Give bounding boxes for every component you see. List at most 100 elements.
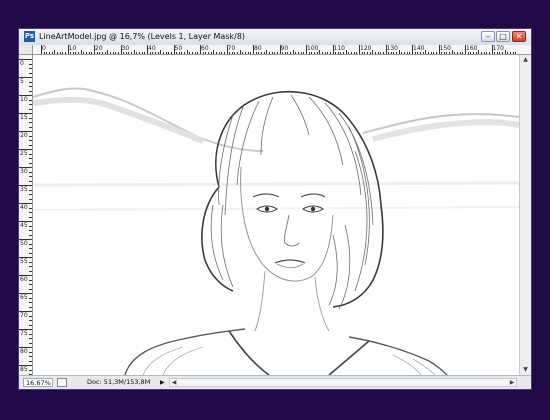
ruler-tick	[385, 45, 387, 54]
ruler-tick	[247, 52, 249, 54]
ruler-tick	[210, 52, 212, 54]
ruler-tick	[282, 52, 284, 54]
scroll-up-arrow[interactable]: ▲	[521, 55, 530, 65]
ruler-tick	[78, 52, 80, 54]
ruler-tick	[515, 52, 517, 54]
ruler-tick	[54, 50, 56, 54]
ruler-tick	[348, 52, 350, 54]
ruler-tick	[414, 52, 416, 54]
ruler-tick	[131, 52, 133, 54]
ruler-tick	[29, 261, 32, 263]
ruler-tick	[48, 52, 50, 54]
ruler-tick	[427, 52, 429, 54]
ruler-top-label: 130	[386, 45, 398, 52]
ruler-tick	[255, 52, 257, 54]
ruler-top-label: 70	[227, 45, 236, 52]
ruler-top-label: 10	[68, 45, 77, 52]
ruler-tick	[250, 52, 252, 54]
ruler-tick	[237, 52, 239, 54]
ruler-tick	[213, 50, 215, 54]
status-info-icon[interactable]	[57, 378, 67, 387]
scroll-right-arrow[interactable]: ▶	[508, 379, 516, 386]
ruler-tick	[29, 297, 32, 299]
ruler-tick	[29, 104, 32, 105]
ruler-tick	[510, 52, 512, 54]
ruler-tick	[29, 117, 32, 119]
ruler-tick	[29, 306, 32, 308]
ruler-tick	[141, 52, 143, 54]
ruler-tick	[337, 52, 339, 54]
ruler-tick	[29, 122, 32, 123]
ruler-tick	[340, 52, 342, 54]
ruler-tick	[242, 52, 244, 54]
ruler-tick	[29, 99, 32, 101]
ruler-tick	[29, 176, 32, 177]
ruler-tick	[29, 180, 32, 182]
ruler-tick	[117, 52, 119, 54]
ruler-tick	[366, 52, 368, 54]
ruler-top-label: 170	[492, 45, 504, 52]
ruler-origin[interactable]	[19, 45, 33, 55]
ruler-tick	[29, 360, 32, 362]
ruler-tick	[29, 288, 32, 290]
ruler-top-label: 150	[439, 45, 451, 52]
scroll-down-arrow[interactable]: ▼	[521, 365, 530, 375]
ruler-tick	[125, 52, 127, 54]
ruler-tick	[295, 52, 297, 54]
ruler-tick	[19, 221, 32, 222]
ruler-tick	[430, 52, 432, 54]
ruler-tick	[59, 52, 61, 54]
line-art-portrait-image	[33, 87, 519, 375]
ruler-tick	[483, 52, 485, 54]
ruler-tick	[94, 45, 95, 54]
ruler-tick	[29, 158, 32, 159]
ruler-tick	[499, 52, 501, 54]
ruler-top-label: 110	[333, 45, 345, 52]
document-titlebar[interactable]: Ps LineArtModel.jpg @ 16,7% (Levels 1, L…	[19, 29, 531, 46]
ruler-tick	[343, 52, 345, 54]
ruler-tick	[401, 52, 403, 54]
ruler-tick	[229, 52, 231, 54]
zoom-level-field[interactable]: 16.67%	[23, 378, 53, 387]
document-title: LineArtModel.jpg @ 16,7% (Levels 1, Laye…	[39, 32, 246, 41]
ruler-tick	[29, 248, 32, 249]
ruler-tick	[329, 52, 331, 54]
vertical-ruler[interactable]: 0 5 10 15 20 25 30 35 40 45 50 55 60 65 70 75 80 85	[19, 55, 33, 375]
horizontal-scrollbar[interactable]: ◀ ▶	[169, 378, 517, 387]
ruler-tick	[382, 52, 384, 54]
ruler-left-label: 0	[20, 60, 24, 67]
minimize-button[interactable]: –	[481, 31, 495, 42]
ruler-tick	[409, 52, 411, 54]
ruler-tick	[306, 45, 307, 54]
ruler-tick	[215, 52, 217, 54]
ruler-tick	[29, 194, 32, 195]
ruler-tick	[29, 266, 32, 267]
ruler-tick	[449, 52, 451, 54]
ruler-tick	[96, 52, 98, 54]
status-menu-arrow[interactable]: ▶	[160, 378, 167, 387]
ruler-tick	[29, 234, 32, 236]
ruler-tick	[441, 52, 443, 54]
ruler-tick	[165, 52, 167, 54]
ruler-tick	[29, 284, 32, 285]
ruler-tick	[369, 52, 371, 54]
ruler-tick	[29, 333, 32, 335]
ruler-tick	[412, 45, 413, 54]
ruler-tick	[29, 252, 32, 254]
close-button[interactable]: ✕	[512, 31, 526, 42]
ruler-tick	[279, 45, 281, 54]
ruler-tick	[29, 270, 32, 272]
vertical-scrollbar[interactable]: ▲ ▼	[519, 55, 531, 375]
image-canvas[interactable]	[33, 55, 519, 375]
maximize-button[interactable]: □	[496, 31, 510, 42]
horizontal-ruler[interactable]: 0 10 20 30 40 50 60 70 80 90 100 110 120 130 140 150 160…	[33, 45, 531, 55]
ruler-top-label: 100	[307, 45, 319, 52]
ruler-tick	[239, 50, 241, 54]
ruler-tick	[178, 52, 180, 54]
ruler-top-label: 50	[174, 45, 183, 52]
scroll-left-arrow[interactable]: ◀	[170, 379, 178, 386]
ruler-tick	[292, 50, 294, 54]
ruler-tick	[120, 45, 122, 54]
ruler-tick	[133, 50, 135, 54]
ruler-top-label: 120	[360, 45, 372, 52]
